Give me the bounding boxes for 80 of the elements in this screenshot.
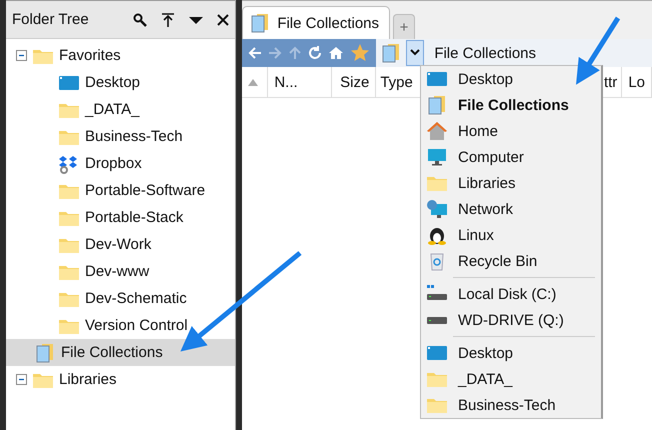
collection-icon [426, 95, 448, 115]
penguin-icon [426, 225, 448, 245]
tree-item[interactable]: Dev-Schematic [6, 285, 236, 312]
menu-item-label: Linux [458, 226, 494, 244]
collapse-toggle-icon[interactable] [16, 374, 27, 385]
tree-item-label: _DATA_ [85, 101, 140, 118]
tree-item-label: Version Control [85, 317, 188, 334]
column-header[interactable]: N... [268, 67, 332, 97]
monitor-icon [426, 147, 448, 167]
close-icon[interactable] [217, 14, 230, 26]
menu-item[interactable]: Recycle Bin [421, 248, 601, 274]
tab-label: File Collections [277, 14, 380, 32]
tree-item[interactable]: Business-Tech [6, 123, 236, 150]
tree-item[interactable]: Portable-Stack [6, 204, 236, 231]
home-icon[interactable] [328, 46, 344, 60]
tree-item-label: Libraries [59, 371, 117, 388]
tree-item[interactable]: Dropbox [6, 150, 236, 177]
tab[interactable]: File Collections [242, 6, 390, 39]
menu-item-label: Desktop [458, 70, 514, 88]
menu-item[interactable]: Desktop [421, 340, 601, 366]
home-icon [426, 121, 448, 141]
menu-item[interactable]: Linux [421, 222, 601, 248]
panel-title: Folder Tree [12, 11, 90, 28]
dropdown-arrow-icon[interactable] [189, 14, 204, 24]
address-bar[interactable]: File Collections [376, 39, 652, 67]
menu-item[interactable]: Computer [421, 144, 601, 170]
tree-item-label: Business-Tech [85, 128, 183, 145]
tree-item[interactable]: Version Control [6, 312, 236, 339]
desktop-icon [426, 343, 448, 363]
collapse-toggle-icon[interactable] [16, 50, 27, 61]
tree-item[interactable]: Dev-Work [6, 231, 236, 258]
refresh-icon[interactable] [308, 46, 322, 60]
tree-item-label: Dev-Work [85, 236, 152, 253]
column-header[interactable]: Size [332, 67, 376, 97]
network-icon [426, 199, 448, 219]
tree-item-label: Portable-Software [85, 182, 206, 199]
menu-item-label: Network [458, 200, 514, 218]
menu-item[interactable]: Libraries [421, 170, 601, 196]
dropdown-button[interactable] [406, 40, 424, 66]
collection-icon [34, 342, 56, 362]
tree-item[interactable]: _DATA_ [6, 96, 236, 123]
menu-item-label: Home [458, 122, 498, 140]
new-tab-button[interactable]: + [393, 14, 416, 39]
tree-item[interactable]: File Collections [6, 339, 236, 366]
menu-item-label: _DATA_ [458, 370, 512, 388]
tree-item-label: Dev-Schematic [85, 290, 187, 307]
tree-item-label: Desktop [85, 74, 140, 91]
tree-item-label: Favorites [59, 47, 121, 64]
tree-item[interactable]: Libraries [6, 366, 236, 393]
menu-item-label: File Collections [458, 96, 569, 114]
tree-item-label: Dev-www [85, 263, 150, 280]
address-text: File Collections [434, 44, 536, 62]
tree-item-label: File Collections [61, 344, 163, 361]
menu-item[interactable]: Local Disk (C:) [421, 281, 601, 307]
menu-item-label: Libraries [458, 174, 516, 192]
menu-item-label: Local Disk (C:) [458, 286, 556, 302]
menu-item-label: Computer [458, 148, 524, 166]
star-icon[interactable] [350, 43, 370, 63]
disk-drive-icon [426, 316, 448, 324]
menu-item-label: Desktop [458, 344, 514, 362]
back-arrow-icon[interactable] [248, 46, 262, 60]
column-header[interactable]: Lo [622, 67, 652, 97]
tree-item[interactable]: Portable-Software [6, 177, 236, 204]
menu-item-label: Recycle Bin [458, 252, 538, 270]
menu-item[interactable]: Network [421, 196, 601, 222]
menu-item-label: WD-DRIVE (Q:) [458, 312, 564, 328]
chevron-down-icon[interactable] [410, 49, 420, 57]
tree-item-label: Dropbox [85, 155, 142, 172]
tree-item[interactable]: Desktop [6, 69, 236, 96]
menu-item[interactable]: WD-DRIVE (Q:) [421, 307, 601, 333]
move-to-top-icon[interactable] [161, 12, 176, 26]
menu-item-label: Business-Tech [458, 396, 556, 414]
menu-item[interactable]: Business-Tech [421, 392, 601, 418]
menu-item[interactable]: _DATA_ [421, 366, 601, 392]
tree-item[interactable]: Favorites [6, 42, 236, 69]
tree-item[interactable]: Dev-www [6, 258, 236, 285]
desktop-icon [426, 69, 448, 89]
menu-item[interactable]: Home [421, 118, 601, 144]
search-icon[interactable] [133, 12, 148, 26]
tree-item-label: Portable-Stack [85, 209, 184, 226]
